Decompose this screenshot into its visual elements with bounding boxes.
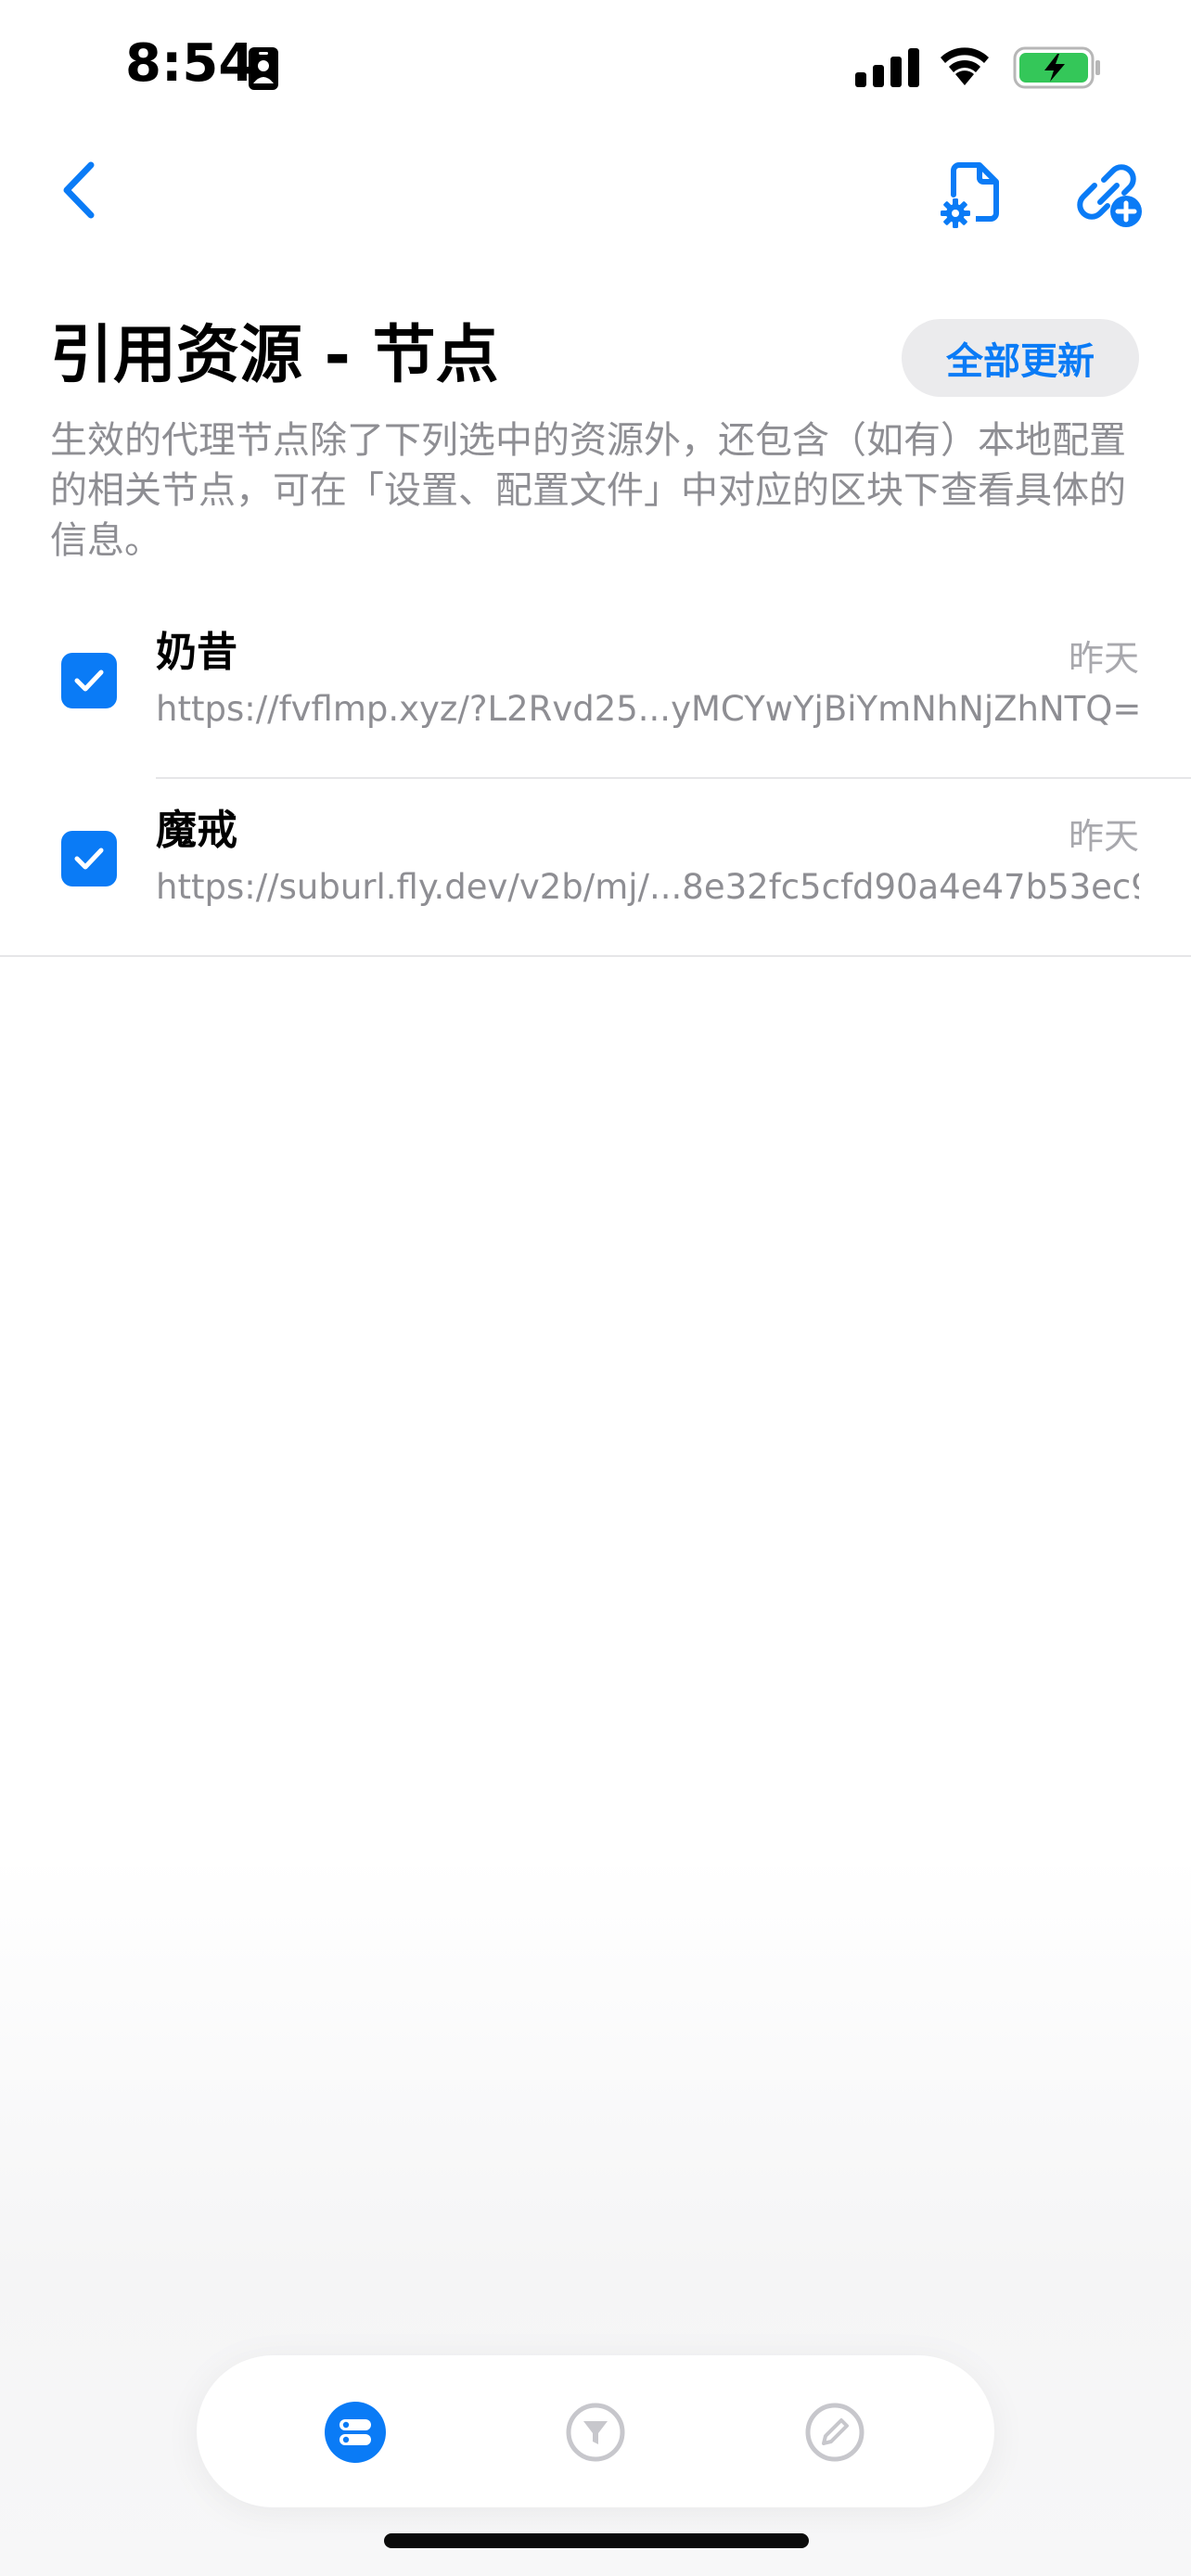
- description-text: 生效的代理节点除了下列选中的资源外，还包含（如有）本地配置的相关节点，可在「设置…: [50, 419, 1126, 562]
- status-bar: 8:54: [0, 0, 1191, 139]
- list-item[interactable]: 魔戒 昨天 https://suburl.fly.dev/v2b/mj/...8…: [0, 779, 1191, 957]
- tab-edit[interactable]: [804, 2402, 865, 2463]
- add-link-button[interactable]: [1076, 159, 1145, 228]
- edit-icon: [805, 2403, 864, 2462]
- battery-charging-icon: [1013, 46, 1102, 93]
- filter-icon: [566, 2403, 625, 2462]
- checkmark-icon: [74, 670, 104, 692]
- resource-name: 魔戒: [156, 807, 237, 854]
- resource-updated-time: 昨天: [1068, 816, 1139, 857]
- page-title: 引用资源 - 节点: [50, 319, 499, 392]
- file-gear-icon: [941, 162, 999, 228]
- link-add-icon: [1077, 164, 1142, 227]
- tab-bar: [197, 2355, 994, 2507]
- id-card-icon: [248, 46, 279, 95]
- nodes-icon: [325, 2402, 386, 2463]
- status-time: 8:54: [125, 33, 255, 94]
- home-indicator: [384, 2533, 809, 2548]
- cellular-signal-icon: [855, 48, 920, 91]
- divider: [0, 955, 1191, 957]
- checkmark-icon: [74, 848, 104, 870]
- wifi-icon: [937, 45, 992, 89]
- checkbox-checked[interactable]: [61, 653, 117, 708]
- back-button[interactable]: [56, 158, 102, 223]
- resource-updated-time: 昨天: [1068, 638, 1139, 679]
- checkbox-checked[interactable]: [61, 831, 117, 886]
- tab-nodes[interactable]: [325, 2402, 386, 2463]
- config-file-button[interactable]: [939, 159, 1002, 230]
- resource-url: https://suburl.fly.dev/v2b/mj/...8e32fc5…: [156, 867, 1139, 907]
- resource-url: https://fvflmp.xyz/?L2Rvd25...yMCYwYjBiY…: [156, 689, 1139, 729]
- update-all-button[interactable]: 全部更新: [902, 319, 1139, 397]
- back-chevron-icon: [63, 161, 95, 219]
- resource-name: 奶昔: [156, 629, 237, 676]
- screen: 8:54 引用资源 - 节点 全部更新 生效的代理节点除了下列选中的资源外，还包…: [0, 0, 1191, 2576]
- resource-list: 奶昔 昨天 https://fvflmp.xyz/?L2Rvd25...yMCY…: [0, 601, 1191, 957]
- list-item[interactable]: 奶昔 昨天 https://fvflmp.xyz/?L2Rvd25...yMCY…: [0, 601, 1191, 779]
- tab-filter[interactable]: [565, 2402, 626, 2463]
